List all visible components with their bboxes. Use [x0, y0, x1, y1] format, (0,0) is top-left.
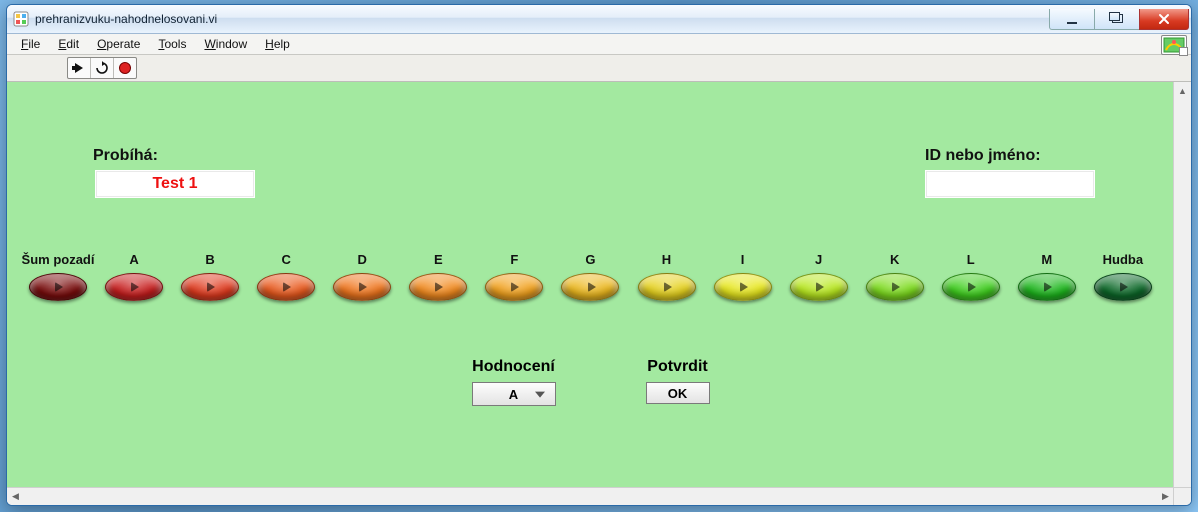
id-label: ID nebo jméno:	[925, 147, 1041, 165]
running-label: Probíhá:	[93, 147, 158, 165]
play-label: M	[1041, 252, 1052, 267]
play-label: J	[815, 252, 822, 267]
confirm-label: Potvrdit	[647, 358, 707, 376]
play-label: G	[585, 252, 595, 267]
menu-window[interactable]: Window	[196, 36, 255, 52]
run-button[interactable]	[68, 58, 91, 78]
play-button[interactable]	[942, 273, 1000, 301]
play-label: H	[662, 252, 671, 267]
window-buttons	[1050, 9, 1189, 30]
menu-help[interactable]: Help	[257, 36, 298, 52]
play-button[interactable]	[714, 273, 772, 301]
rating-select[interactable]: A	[472, 382, 556, 406]
play-label: F	[510, 252, 518, 267]
maximize-button[interactable]	[1094, 9, 1140, 30]
menu-edit[interactable]: Edit	[50, 36, 87, 52]
play-label: B	[205, 252, 214, 267]
rating-label: Hodnocení	[472, 358, 555, 376]
play-button[interactable]	[409, 273, 467, 301]
play-col-9: I	[710, 252, 776, 301]
run-toolbar-group	[67, 57, 137, 79]
play-col-14: Hudba	[1090, 252, 1156, 301]
play-col-1: A	[101, 252, 167, 301]
play-label: E	[434, 252, 443, 267]
titlebar[interactable]: prehranizvuku-nahodnelosovani.vi	[7, 5, 1191, 34]
rating-confirm-block: Hodnocení A Potvrdit OK	[472, 358, 710, 406]
ok-button[interactable]: OK	[646, 382, 710, 404]
chevron-down-icon	[535, 392, 545, 398]
vertical-scrollbar[interactable]: ▲	[1173, 82, 1191, 488]
play-col-12: L	[938, 252, 1004, 301]
labview-vi-icon	[13, 11, 29, 27]
running-indicator: Test 1	[95, 170, 255, 198]
play-label: I	[741, 252, 745, 267]
play-label: Šum pozadí	[22, 252, 95, 267]
id-input-box[interactable]	[925, 170, 1095, 198]
id-input[interactable]	[926, 171, 1094, 197]
play-button[interactable]	[1094, 273, 1152, 301]
play-button[interactable]	[638, 273, 696, 301]
play-button[interactable]	[866, 273, 924, 301]
scroll-corner	[1173, 487, 1191, 505]
vi-icon-indicator[interactable]	[1161, 35, 1187, 55]
play-col-3: C	[253, 252, 319, 301]
run-continuously-button[interactable]	[91, 58, 114, 78]
play-col-4: D	[329, 252, 395, 301]
client-area: Probíhá: Test 1 ID nebo jméno: Šum pozad…	[7, 82, 1191, 505]
play-button[interactable]	[485, 273, 543, 301]
menu-operate[interactable]: Operate	[89, 36, 148, 52]
play-label: K	[890, 252, 899, 267]
rating-value: A	[509, 387, 518, 402]
play-button[interactable]	[790, 273, 848, 301]
close-button[interactable]	[1139, 9, 1189, 30]
play-col-2: B	[177, 252, 243, 301]
menubar: FileEditOperateToolsWindowHelp	[7, 34, 1191, 55]
window-title: prehranizvuku-nahodnelosovani.vi	[35, 12, 217, 26]
play-col-10: J	[786, 252, 852, 301]
abort-button[interactable]	[114, 58, 136, 78]
play-button[interactable]	[333, 273, 391, 301]
front-panel: Probíhá: Test 1 ID nebo jméno: Šum pozad…	[7, 82, 1174, 488]
play-col-13: M	[1014, 252, 1080, 301]
app-window: prehranizvuku-nahodnelosovani.vi FileEdi…	[6, 4, 1192, 506]
running-value: Test 1	[152, 175, 197, 193]
play-button[interactable]	[1018, 273, 1076, 301]
play-col-6: F	[481, 252, 547, 301]
play-button[interactable]	[181, 273, 239, 301]
scroll-right-icon[interactable]: ▶	[1157, 488, 1174, 505]
play-button[interactable]	[29, 273, 87, 301]
play-col-8: H	[634, 252, 700, 301]
play-col-7: G	[557, 252, 623, 301]
toolbar	[7, 55, 1191, 82]
play-col-0: Šum pozadí	[25, 252, 91, 301]
play-button[interactable]	[257, 273, 315, 301]
play-buttons-row: Šum pozadí A B C D E F G H I J K L M Hudba	[25, 252, 1156, 301]
play-button[interactable]	[561, 273, 619, 301]
play-col-11: K	[862, 252, 928, 301]
menu-tools[interactable]: Tools	[150, 36, 194, 52]
horizontal-scrollbar[interactable]: ◀ ▶	[7, 487, 1174, 505]
play-label: D	[358, 252, 367, 267]
minimize-button[interactable]	[1049, 9, 1095, 30]
scroll-left-icon[interactable]: ◀	[7, 488, 24, 505]
play-button[interactable]	[105, 273, 163, 301]
play-label: L	[967, 252, 975, 267]
play-label: C	[281, 252, 290, 267]
play-label: A	[129, 252, 138, 267]
play-label: Hudba	[1103, 252, 1143, 267]
play-col-5: E	[405, 252, 471, 301]
scroll-up-icon[interactable]: ▲	[1174, 82, 1191, 99]
menu-file[interactable]: File	[13, 36, 48, 52]
